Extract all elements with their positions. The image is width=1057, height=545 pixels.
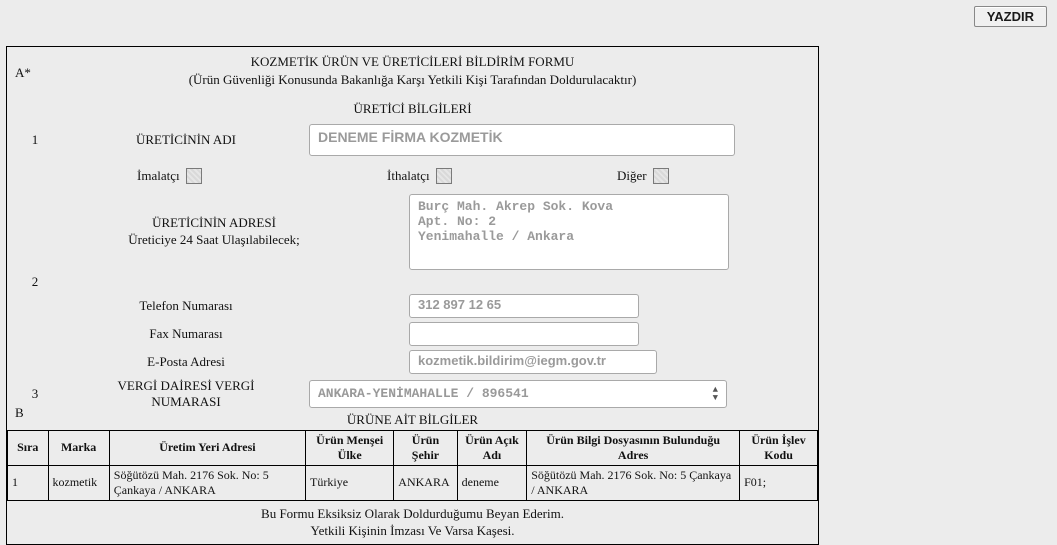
form-subtitle: (Ürün Güvenliği Konusunda Bakanlığa Karş… — [7, 71, 818, 89]
table-row: 1 kozmetik Söğütözü Mah. 2176 Sok. No: 5… — [8, 465, 818, 500]
cell-islev: F01; — [740, 465, 818, 500]
footer-line-1: Bu Formu Eksiksiz Olarak Doldurduğumu Be… — [7, 505, 818, 523]
address-label-bottom: Üreticiye 24 Saat Ulaşılabilecek; — [63, 232, 365, 249]
kind-other-label: Diğer — [617, 168, 647, 184]
product-header: ÜRÜNE AİT BİLGİLER — [7, 412, 818, 428]
tax-input[interactable]: ANKARA-YENİMAHALLE / 896541 ▲▼ — [309, 380, 727, 408]
th-islev: Ürün İşlev Kodu — [740, 430, 818, 465]
address-label-top: ÜRETİCİNİN ADRESİ — [63, 215, 365, 232]
row1-num: 1 — [7, 132, 63, 148]
form-title: KOZMETİK ÜRÜN VE ÜRETİCİLERİ BİLDİRİM FO… — [7, 53, 818, 71]
section-a-marker: A* — [15, 65, 31, 81]
cell-sehir: ANKARA — [394, 465, 457, 500]
kind-importer-checkbox[interactable] — [436, 168, 452, 184]
producer-address-textarea[interactable]: Burç Mah. Akrep Sok. Kova Apt. No: 2 Yen… — [409, 194, 729, 270]
producer-header: ÜRETİCİ BİLGİLERİ — [7, 100, 818, 118]
chevron-down-icon[interactable]: ▼ — [713, 394, 718, 402]
th-dosya: Ürün Bilgi Dosyasının Bulunduğu Adres — [527, 430, 740, 465]
form-frame: A* KOZMETİK ÜRÜN VE ÜRETİCİLERİ BİLDİRİM… — [6, 46, 819, 545]
cell-mensei: Türkiye — [306, 465, 394, 500]
row2-num: 2 — [7, 274, 63, 290]
tax-stepper[interactable]: ▲▼ — [713, 386, 718, 402]
producer-kind-row: İmalatçı İthalatçı Diğer — [7, 168, 818, 184]
th-mensei: Ürün Menşei Ülke — [306, 430, 394, 465]
cell-sira: 1 — [8, 465, 49, 500]
th-sehir: Ürün Şehir — [394, 430, 457, 465]
th-acik: Ürün Açık Adı — [457, 430, 527, 465]
phone-label: Telefon Numarası — [63, 298, 309, 314]
print-button[interactable]: YAZDIR — [974, 6, 1047, 27]
cell-dosya: Söğütözü Mah. 2176 Sok. No: 5 Çankaya / … — [527, 465, 740, 500]
kind-other-checkbox[interactable] — [653, 168, 669, 184]
th-uretim-yeri: Üretim Yeri Adresi — [109, 430, 305, 465]
table-header-row: Sıra Marka Üretim Yeri Adresi Ürün Menşe… — [8, 430, 818, 465]
cell-marka: kozmetik — [48, 465, 109, 500]
footer-line-2: Yetkili Kişinin İmzası Ve Varsa Kaşesi. — [7, 522, 818, 540]
cell-uretim: Söğütözü Mah. 2176 Sok. No: 5 Çankaya / … — [109, 465, 305, 500]
cell-acik: deneme — [457, 465, 527, 500]
section-b-marker: B — [15, 405, 24, 421]
th-marka: Marka — [48, 430, 109, 465]
tax-value: ANKARA-YENİMAHALLE / 896541 — [318, 386, 529, 401]
kind-manufacturer-checkbox[interactable] — [186, 168, 202, 184]
phone-input[interactable]: 312 897 12 65 — [409, 294, 639, 318]
email-input[interactable]: kozmetik.bildirim@iegm.gov.tr — [409, 350, 657, 374]
tax-label-bottom: NUMARASI — [63, 394, 309, 410]
product-table: Sıra Marka Üretim Yeri Adresi Ürün Menşe… — [7, 430, 818, 501]
producer-name-input[interactable]: DENEME FİRMA KOZMETİK — [309, 124, 735, 156]
app-root: YAZDIR A* KOZMETİK ÜRÜN VE ÜRETİCİLERİ B… — [0, 0, 1057, 534]
tax-label-top: VERGİ DAİRESİ VERGİ — [63, 378, 309, 394]
row1-label: ÜRETİCİNİN ADI — [63, 132, 309, 148]
th-sira: Sıra — [8, 430, 49, 465]
kind-importer-label: İthalatçı — [387, 168, 430, 184]
email-label: E-Posta Adresi — [63, 354, 309, 370]
fax-input[interactable] — [409, 322, 639, 346]
kind-manufacturer-label: İmalatçı — [137, 168, 180, 184]
row3-num: 3 — [7, 386, 63, 402]
fax-label: Fax Numarası — [63, 326, 309, 342]
